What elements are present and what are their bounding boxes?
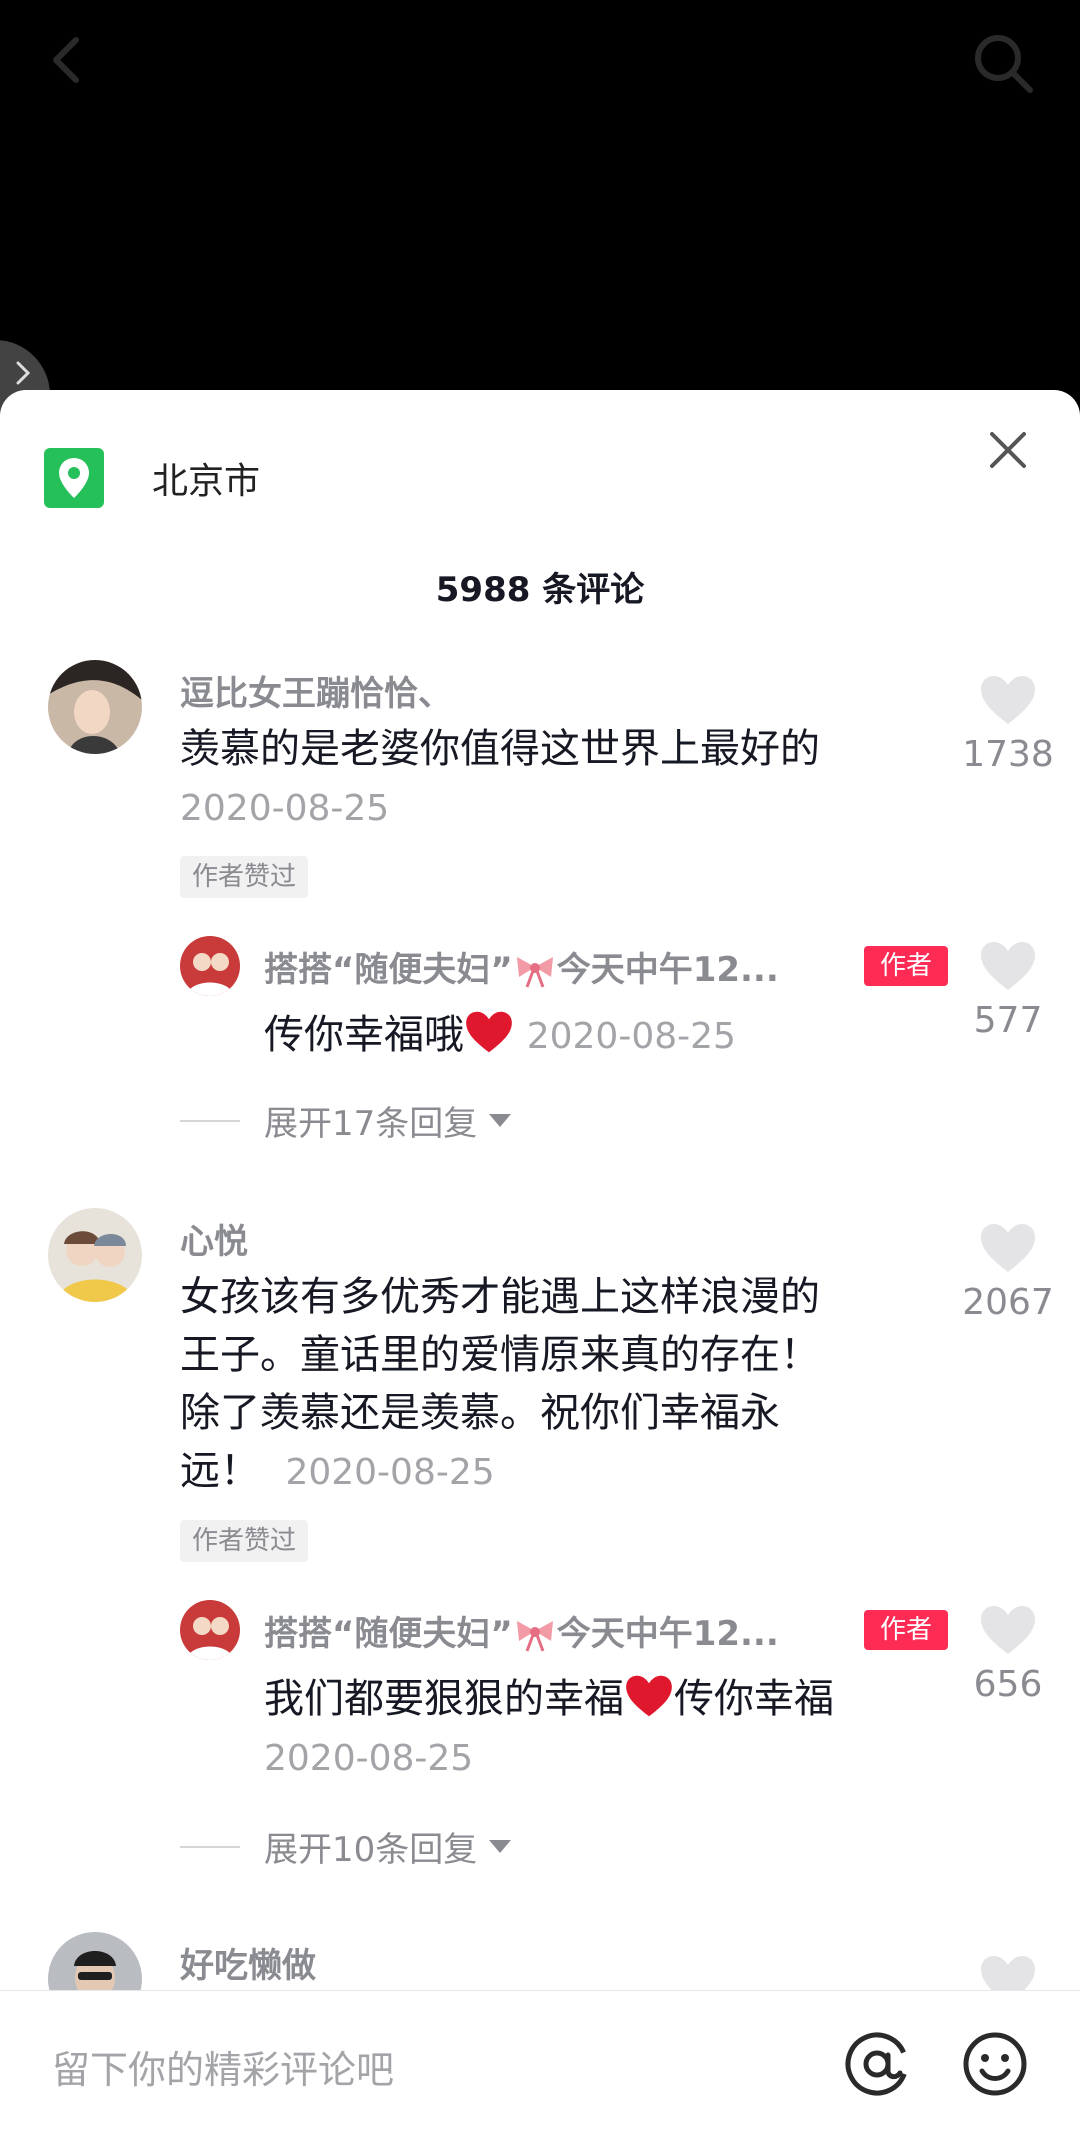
comment-input-bar: 留下你的精彩评论吧 <box>0 1990 1080 2130</box>
like-button[interactable]: 1738 <box>948 674 1068 775</box>
back-icon[interactable] <box>38 30 98 90</box>
comment-input[interactable]: 留下你的精彩评论吧 <box>52 2039 394 2094</box>
author-badge: 作者 <box>864 1610 948 1650</box>
heart-icon[interactable] <box>979 1604 1037 1656</box>
expand-replies-button[interactable]: 展开17条回复 <box>180 1096 512 1145</box>
heart-icon[interactable] <box>979 1222 1037 1274</box>
comment-date: 2020-08-25 <box>180 788 390 829</box>
like-count: 577 <box>973 1000 1043 1041</box>
author-badge: 作者 <box>864 946 948 986</box>
reply-username-prefix: 搭搭“随便夫妇” <box>264 950 513 990</box>
comment-text: 女孩该有多优秀才能遇上这样浪漫的 王子。童话里的爱情原来真的存在！ 除了羡慕还是… <box>180 1268 910 1502</box>
like-button[interactable]: 2067 <box>948 1222 1068 1323</box>
comment-count: 5988 条评论 <box>435 570 645 610</box>
comment-username[interactable]: 心悦 <box>180 1214 248 1263</box>
comment-date: 2020-08-25 <box>285 1452 495 1493</box>
location-pin-icon <box>44 448 104 508</box>
comment-text-line: 王子。童话里的爱情原来真的存在！ <box>180 1332 820 1378</box>
expand-replies-label: 展开17条回复 <box>264 1104 478 1144</box>
like-count: 2067 <box>962 1282 1054 1323</box>
reply-date: 2020-08-25 <box>526 1016 736 1057</box>
comments-sheet: 北京市 5988 条评论 逗比女王蹦恰恰、 羡慕的是老婆你值得这世界上最好的 2… <box>0 390 1080 2129</box>
reply-text: 我们都要狠狠的幸福 传你幸福 <box>264 1670 924 1728</box>
reply-text-body: 传你幸福哦 <box>264 1012 464 1058</box>
reply-username-suffix: 今天中午12... <box>556 950 779 990</box>
author-liked-badge: 作者赞过 <box>180 856 309 898</box>
expand-replies-label: 展开10条回复 <box>264 1830 478 1870</box>
at-mention-icon[interactable] <box>842 2029 912 2099</box>
heart-icon[interactable] <box>979 674 1037 726</box>
comment-text-line: 除了羡慕还是羡慕。祝你们幸福永 <box>180 1390 780 1436</box>
comment-text: 羡慕的是老婆你值得这世界上最好的 <box>180 726 820 772</box>
comment-text-line: 女孩该有多优秀才能遇上这样浪漫的 <box>180 1274 820 1320</box>
avatar[interactable] <box>180 936 240 996</box>
comment-username[interactable]: 好吃懒做 <box>180 1938 316 1987</box>
reply-username-suffix: 今天中午12... <box>556 1614 779 1654</box>
like-count: 1738 <box>962 734 1054 775</box>
expand-replies-button[interactable]: 展开10条回复 <box>180 1822 512 1871</box>
red-heart-icon <box>466 1011 512 1053</box>
divider <box>180 1119 240 1122</box>
search-icon[interactable] <box>968 28 1038 98</box>
reply-username[interactable]: 搭搭“随便夫妇” 今天中午12... <box>264 1606 779 1655</box>
location-row[interactable]: 北京市 <box>44 448 260 508</box>
author-liked-badge: 作者赞过 <box>180 1520 309 1562</box>
bow-icon <box>516 1621 553 1652</box>
avatar[interactable] <box>48 660 142 754</box>
reply-username-prefix: 搭搭“随便夫妇” <box>264 1614 513 1654</box>
avatar[interactable] <box>48 1208 142 1302</box>
comment-text-line: 远！ <box>180 1448 260 1494</box>
reply-text-body-end: 传你幸福 <box>674 1676 834 1722</box>
reply-username[interactable]: 搭搭“随便夫妇” 今天中午12... <box>264 942 779 991</box>
like-count: 656 <box>973 1664 1043 1705</box>
reply-date: 2020-08-25 <box>264 1738 474 1779</box>
caret-down-icon <box>489 1114 512 1127</box>
caret-down-icon <box>489 1840 512 1853</box>
close-icon[interactable] <box>988 430 1028 470</box>
video-area <box>0 0 1080 450</box>
like-button[interactable]: 577 <box>948 940 1068 1041</box>
emoji-icon[interactable] <box>962 2031 1028 2097</box>
reply-text: 传你幸福哦 2020-08-25 <box>264 1006 924 1066</box>
avatar[interactable] <box>180 1600 240 1660</box>
location-label: 北京市 <box>152 461 261 502</box>
red-heart-icon <box>626 1675 672 1717</box>
heart-icon[interactable] <box>979 940 1037 992</box>
like-button[interactable]: 656 <box>948 1604 1068 1705</box>
bow-icon <box>516 957 553 988</box>
reply-text-body: 我们都要狠狠的幸福 <box>264 1676 624 1722</box>
divider <box>180 1845 240 1848</box>
chevron-right-icon[interactable] <box>10 358 36 388</box>
comment-username[interactable]: 逗比女王蹦恰恰、 <box>180 666 452 715</box>
